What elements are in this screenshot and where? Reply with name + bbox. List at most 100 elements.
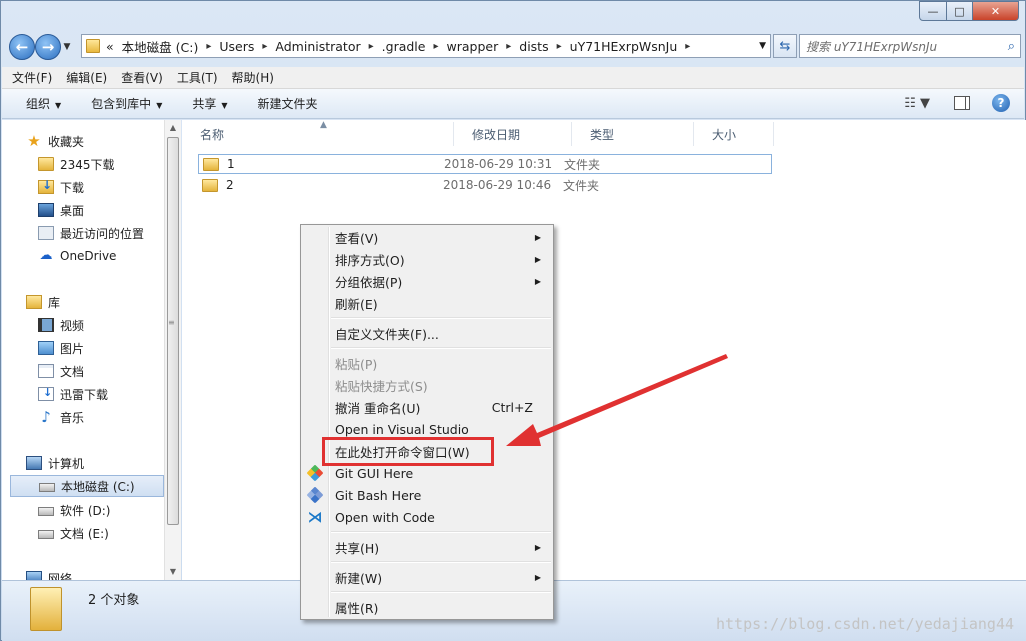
include-in-library-button[interactable]: 包含到库中 ▼ — [91, 95, 162, 112]
sidebar-item-label: 本地磁盘 (C:) — [61, 479, 135, 494]
organize-label: 组织 — [26, 97, 51, 111]
back-button[interactable]: ← — [9, 34, 35, 60]
search-input[interactable]: 搜索 uY71HExrpWsnJu ⌕ — [799, 34, 1021, 58]
navigation-scrollbar[interactable]: ▲ ≡ ▼ — [164, 120, 181, 580]
organize-button[interactable]: 组织 ▼ — [26, 95, 61, 112]
sidebar-item-videos[interactable]: 视频 — [38, 314, 180, 336]
navigation-row: ← → ▼ « 本地磁盘 (C:) ▸ Users ▸ Administrator ▸… — [9, 33, 1021, 61]
sidebar-libraries[interactable]: 库 — [26, 291, 180, 313]
sidebar-item-documents[interactable]: 文档 — [38, 360, 180, 382]
menu-item-label: 自定义文件夹(F)... — [335, 326, 439, 342]
recent-pages-dropdown[interactable]: ▼ — [61, 42, 73, 52]
caption-buttons: — □ ✕ — [919, 1, 1019, 21]
column-header-name[interactable]: 名称 ▲ — [182, 120, 454, 146]
menu-item-share[interactable]: 共享(H) ▶ — [303, 536, 551, 558]
sidebar-item-music[interactable]: ♪ 音乐 — [38, 406, 180, 428]
network-icon — [26, 571, 42, 580]
menu-item-undo-rename[interactable]: 撤消 重命名(U) Ctrl+Z — [303, 396, 551, 418]
sidebar-item-label: 桌面 — [60, 203, 85, 218]
menu-item-new[interactable]: 新建(W) ▶ — [303, 566, 551, 588]
sidebar-item-pictures[interactable]: 图片 — [38, 337, 180, 359]
vscode-icon: ⋊ — [307, 508, 323, 526]
sidebar-item-d-drive[interactable]: 软件 (D:) — [38, 499, 180, 521]
watermark: https://blog.csdn.net/yedajiang44 — [715, 615, 1014, 633]
document-icon — [38, 364, 54, 378]
share-button[interactable]: 共享 ▼ — [192, 95, 227, 112]
sidebar-network[interactable]: 网络 — [26, 567, 180, 580]
breadcrumb-item[interactable]: uY71HExrpWsnJu — [570, 39, 678, 54]
chevron-right-icon[interactable]: ▸ — [506, 41, 511, 52]
menu-view[interactable]: 查看(V) — [121, 69, 163, 86]
new-folder-button[interactable]: 新建文件夹 — [258, 95, 318, 112]
forward-button[interactable]: → — [35, 34, 61, 60]
sidebar-item-e-drive[interactable]: 文档 (E:) — [38, 522, 180, 544]
sidebar-item-onedrive[interactable]: ☁ OneDrive — [38, 245, 180, 267]
menu-edit[interactable]: 编辑(E) — [66, 69, 107, 86]
menu-help[interactable]: 帮助(H) — [232, 69, 274, 86]
file-type-cell: 文件夹 — [564, 157, 601, 172]
minimize-button[interactable]: — — [919, 1, 947, 21]
sidebar-item-xunlei[interactable]: 迅雷下载 — [38, 383, 180, 405]
preview-pane-icon[interactable] — [954, 96, 970, 110]
menu-item-shortcut: Ctrl+Z — [491, 399, 533, 415]
breadcrumb-item[interactable]: wrapper — [447, 39, 499, 54]
address-dropdown-icon[interactable]: ▼ — [759, 41, 766, 51]
chevron-right-icon[interactable]: ▸ — [369, 41, 374, 52]
caret-down-icon: ▼ — [55, 101, 62, 110]
column-header-type[interactable]: 类型 — [572, 122, 694, 146]
menu-item-refresh[interactable]: 刷新(E) — [303, 292, 551, 314]
menu-item-open-with-code[interactable]: ⋊ Open with Code — [303, 506, 551, 528]
sidebar-section-label: 网络 — [48, 571, 73, 581]
breadcrumb-overflow[interactable]: « — [106, 39, 114, 54]
table-row[interactable]: 1 2018-06-29 10:31 文件夹 — [198, 154, 772, 174]
sidebar-item-c-drive[interactable]: 本地磁盘 (C:) — [10, 475, 164, 497]
chevron-right-icon[interactable]: ▸ — [685, 41, 690, 52]
sidebar-favorites[interactable]: ★ 收藏夹 — [26, 130, 180, 152]
chevron-right-icon[interactable]: ▸ — [206, 41, 211, 52]
chevron-right-icon[interactable]: ▸ — [262, 41, 267, 52]
menu-file[interactable]: 文件(F) — [12, 69, 52, 86]
breadcrumb-item[interactable]: Users — [219, 39, 254, 54]
close-button[interactable]: ✕ — [973, 1, 1019, 21]
view-options-icon[interactable]: ☷ ▼ — [904, 96, 930, 111]
sidebar-item-label: 软件 (D:) — [60, 503, 111, 518]
column-header-modified[interactable]: 修改日期 — [454, 122, 572, 146]
breadcrumb-item[interactable]: 本地磁盘 (C:) — [122, 37, 199, 56]
menu-item-label: Open in Visual Studio — [335, 421, 469, 437]
sidebar-item-desktop[interactable]: 桌面 — [38, 199, 180, 221]
breadcrumb-item[interactable]: dists — [519, 39, 548, 54]
breadcrumb-item[interactable]: Administrator — [275, 39, 360, 54]
help-icon[interactable]: ? — [992, 94, 1010, 112]
address-bar[interactable]: « 本地磁盘 (C:) ▸ Users ▸ Administrator ▸ .grad… — [81, 34, 771, 58]
menu-item-properties[interactable]: 属性(R) — [303, 596, 551, 618]
sidebar-computer[interactable]: 计算机 — [26, 452, 180, 474]
menu-item-label: 粘贴(P) — [335, 356, 378, 372]
table-row[interactable]: 2 2018-06-29 10:46 文件夹 — [198, 175, 772, 195]
sidebar-item-2345-download[interactable]: 2345下载 — [38, 153, 180, 175]
file-modified-cell: 2018-06-29 10:31 — [444, 157, 553, 171]
menu-item-view[interactable]: 查看(V) ▶ — [303, 226, 551, 248]
scroll-down-icon[interactable]: ▼ — [165, 564, 181, 580]
menu-item-customize-folder[interactable]: 自定义文件夹(F)... — [303, 322, 551, 344]
refresh-button[interactable]: ⇆ — [773, 34, 797, 58]
menu-item-sort-by[interactable]: 排序方式(O) ▶ — [303, 248, 551, 270]
chevron-right-icon[interactable]: ▸ — [557, 41, 562, 52]
file-modified-cell: 2018-06-29 10:46 — [443, 178, 552, 192]
column-header-size[interactable]: 大小 — [694, 122, 774, 146]
sidebar-section-label: 收藏夹 — [48, 134, 85, 149]
scroll-up-icon[interactable]: ▲ — [165, 120, 181, 136]
menu-separator — [331, 591, 551, 593]
menu-bar: 文件(F) 编辑(E) 查看(V) 工具(T) 帮助(H) — [2, 67, 1024, 89]
sidebar-item-downloads[interactable]: 下载 — [38, 176, 180, 198]
menu-item-group-by[interactable]: 分组依据(P) ▶ — [303, 270, 551, 292]
desktop-icon — [38, 203, 54, 217]
maximize-button[interactable]: □ — [947, 1, 973, 21]
menu-tools[interactable]: 工具(T) — [177, 69, 218, 86]
chevron-right-icon[interactable]: ▸ — [433, 41, 438, 52]
search-icon[interactable]: ⌕ — [1008, 39, 1015, 54]
menu-item-git-bash[interactable]: Git Bash Here — [303, 484, 551, 506]
scrollbar-thumb[interactable] — [167, 137, 179, 525]
sidebar-item-recent-places[interactable]: 最近访问的位置 — [38, 222, 180, 244]
sidebar-item-label: 图片 — [60, 341, 85, 356]
breadcrumb-item[interactable]: .gradle — [382, 39, 426, 54]
